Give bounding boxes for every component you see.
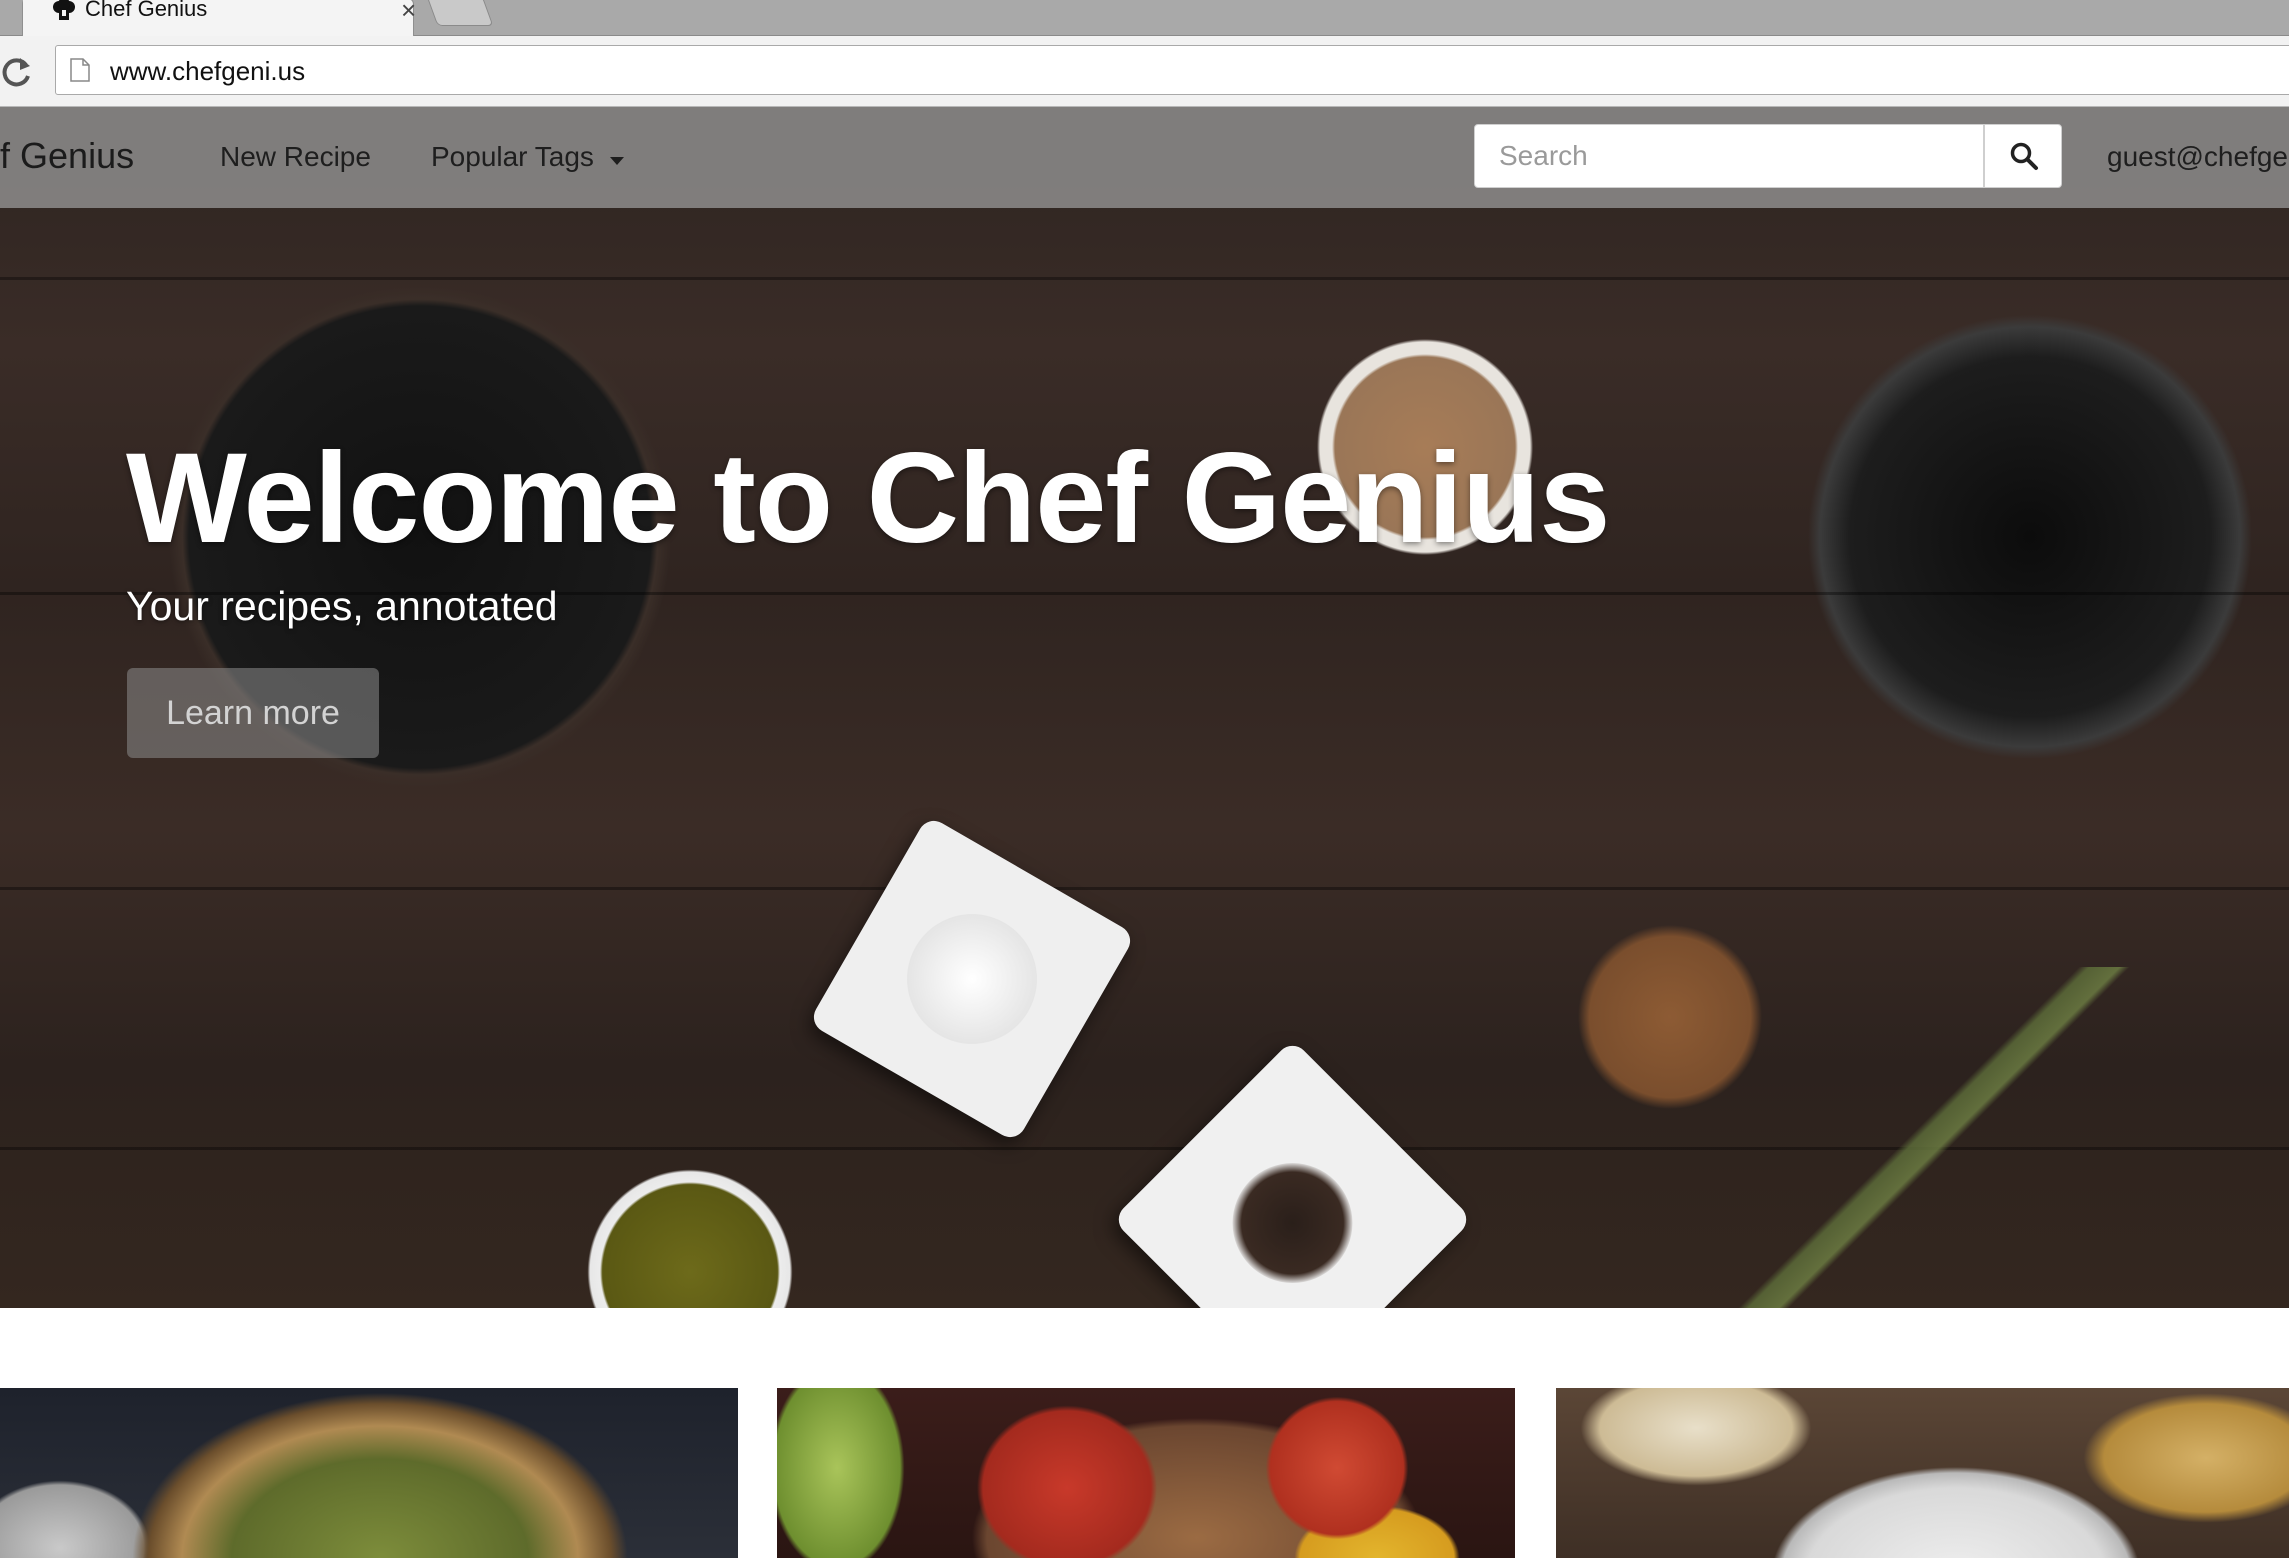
search-button[interactable] <box>1984 124 2062 188</box>
hero-title: Welcome to Chef Genius <box>126 427 1610 570</box>
search-input[interactable] <box>1474 124 1984 188</box>
rosemary-image <box>1620 967 2220 1308</box>
url-text: www.chefgeni.us <box>110 56 306 86</box>
caret-down-icon[interactable] <box>610 157 624 165</box>
wood-plank-line <box>0 277 2289 280</box>
page-icon <box>70 58 90 82</box>
nav-new-recipe[interactable]: New Recipe <box>220 141 371 173</box>
recipe-card-image[interactable] <box>0 1388 738 1558</box>
learn-more-button[interactable]: Learn more <box>127 668 379 758</box>
brand-link[interactable]: ef Genius <box>0 135 134 177</box>
user-account-link[interactable]: guest@chefge <box>2107 141 2288 173</box>
salt-dish-image <box>808 815 1136 1143</box>
wood-plank-line <box>0 887 2289 890</box>
recipe-card-image[interactable] <box>1556 1388 2289 1558</box>
search-icon <box>2010 142 2038 170</box>
reload-icon[interactable] <box>0 54 34 90</box>
close-tab-icon[interactable]: × <box>401 0 416 25</box>
browser-tabstrip: Chef Genius × <box>0 0 2289 36</box>
chef-hat-icon <box>53 0 75 20</box>
recipe-card-image[interactable] <box>777 1388 1515 1558</box>
browser-toolbar: www.chefgeni.us <box>0 36 2289 107</box>
nav-popular-tags[interactable]: Popular Tags <box>431 141 594 173</box>
hero-subtitle: Your recipes, annotated <box>126 583 558 629</box>
pepper-dish-image <box>1112 1039 1473 1308</box>
browser-tab[interactable]: Chef Genius × <box>22 0 416 36</box>
new-tab-button[interactable] <box>426 0 494 26</box>
site-navbar: ef Genius New Recipe Popular Tags guest@… <box>0 107 2289 208</box>
tab-title: Chef Genius <box>85 0 208 21</box>
address-bar[interactable]: www.chefgeni.us <box>55 45 2289 95</box>
